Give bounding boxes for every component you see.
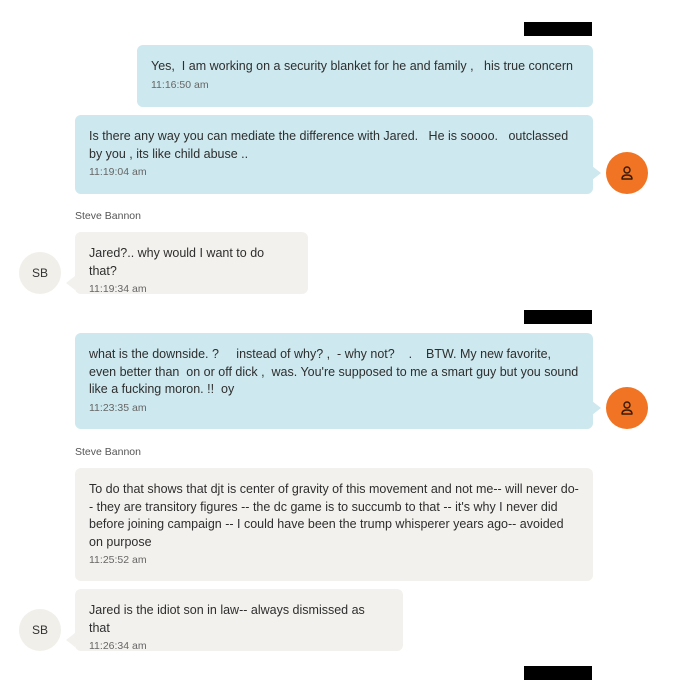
message-text: what is the downside. ? instead of why? … bbox=[89, 347, 582, 396]
user-avatar[interactable] bbox=[606, 387, 648, 429]
incoming-message-bubble[interactable]: Jared is the idiot son in law-- always d… bbox=[75, 589, 403, 652]
person-icon bbox=[621, 166, 633, 180]
message-text: Jared is the idiot son in law-- always d… bbox=[89, 603, 369, 635]
message-timestamp: 11:26:34 am bbox=[89, 640, 147, 652]
message-timestamp: 11:19:34 am bbox=[89, 283, 147, 295]
contact-avatar[interactable]: SB bbox=[19, 252, 61, 294]
message-text: To do that shows that djt is center of g… bbox=[89, 482, 579, 549]
message-text: Is there any way you can mediate the dif… bbox=[89, 129, 572, 161]
person-icon bbox=[621, 401, 633, 415]
redaction-bar bbox=[524, 666, 592, 680]
outgoing-message-bubble[interactable]: what is the downside. ? instead of why? … bbox=[75, 333, 593, 429]
outgoing-message-bubble[interactable]: Is there any way you can mediate the dif… bbox=[75, 115, 593, 194]
incoming-message-bubble[interactable]: Jared?.. why would I want to do that? 11… bbox=[75, 232, 308, 295]
incoming-message-bubble[interactable]: To do that shows that djt is center of g… bbox=[75, 468, 593, 581]
sender-name: Steve Bannon bbox=[75, 446, 141, 458]
sender-name: Steve Bannon bbox=[75, 210, 141, 222]
redaction-bar bbox=[524, 22, 592, 36]
message-timestamp: 11:23:35 am bbox=[89, 401, 147, 414]
user-avatar[interactable] bbox=[606, 152, 648, 194]
redaction-bar bbox=[524, 310, 592, 324]
bubble-tail bbox=[66, 633, 75, 647]
message-timestamp: 11:19:04 am bbox=[89, 166, 147, 178]
message-timestamp: 11:16:50 am bbox=[151, 78, 209, 91]
outgoing-message-bubble[interactable]: Yes, I am working on a security blanket … bbox=[137, 45, 593, 107]
message-text: Yes, I am working on a security blanket … bbox=[151, 59, 573, 73]
bubble-tail bbox=[592, 401, 601, 415]
bubble-tail bbox=[66, 276, 75, 290]
bubble-tail bbox=[592, 166, 601, 180]
contact-avatar[interactable]: SB bbox=[19, 609, 61, 651]
message-text: Jared?.. why would I want to do that? bbox=[89, 246, 268, 278]
message-timestamp: 11:25:52 am bbox=[89, 554, 147, 566]
